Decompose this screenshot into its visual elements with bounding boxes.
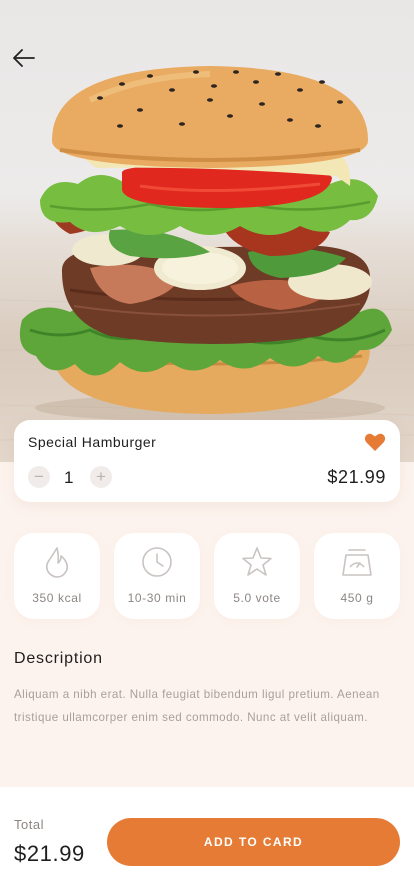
quantity-increase-button[interactable]: + (90, 466, 112, 488)
stat-label: 450 g (340, 591, 374, 605)
stat-label: 350 kcal (32, 591, 82, 605)
product-card: Special Hamburger − 1 + $21.99 (14, 420, 400, 502)
add-to-cart-button[interactable]: ADD TO CARD (107, 818, 400, 866)
scale-icon (342, 549, 372, 576)
star-icon (242, 547, 272, 576)
back-button[interactable] (8, 44, 40, 72)
product-name: Special Hamburger (28, 434, 157, 450)
stat-calories: 350 kcal (14, 533, 100, 619)
total-label: Total (14, 817, 44, 832)
heart-icon (364, 433, 386, 451)
quantity-decrease-button[interactable]: − (28, 466, 50, 488)
product-price: $21.99 (327, 467, 386, 487)
stat-rating: 5.0 vote (214, 533, 300, 619)
bottom-bar: Total $21.99 ADD TO CARD (0, 787, 414, 896)
hero-image (0, 0, 414, 462)
stat-time: 10-30 min (114, 533, 200, 619)
description-title: Description (14, 650, 103, 667)
hamburger-image (0, 66, 414, 441)
flame-icon (45, 547, 69, 578)
total-value: $21.99 (14, 841, 85, 866)
stat-label: 5.0 vote (233, 591, 281, 605)
clock-icon (142, 547, 172, 577)
description-text: Aliquam a nibh erat. Nulla feugiat biben… (14, 688, 380, 724)
stat-weight: 450 g (314, 533, 400, 619)
favorite-button[interactable] (364, 432, 386, 452)
stat-label: 10-30 min (127, 591, 187, 605)
quantity-value: 1 (64, 468, 74, 487)
stats-row: 350 kcal 10-30 min 5.0 vote 450 g (14, 533, 400, 619)
arrow-left-icon (13, 49, 35, 67)
